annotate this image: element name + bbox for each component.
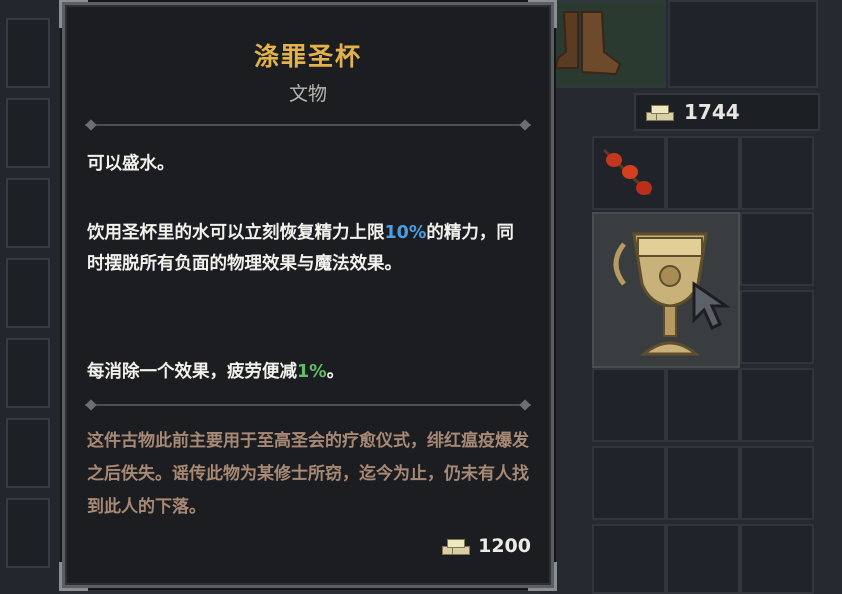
rosehip-icon <box>602 148 652 196</box>
highlight-value: 1% <box>297 362 327 382</box>
inventory-slot[interactable] <box>666 368 740 442</box>
item-description-2: 饮用圣杯里的水可以立刻恢复精力上限10%的精力，同时摆脱所有负面的物理效果与魔法… <box>87 223 514 274</box>
inventory-slot[interactable] <box>740 212 814 286</box>
gold-counter: 1744 <box>634 93 820 131</box>
left-panel <box>0 0 60 594</box>
boots-icon <box>554 11 622 76</box>
equipment-slot[interactable] <box>6 258 50 328</box>
inventory-slot[interactable] <box>740 368 814 442</box>
item-lore: 这件古物此前主要用于至高圣会的疗愈仪式，绯红瘟疫爆发之后佚失。谣传此物为某修士所… <box>87 431 529 517</box>
equipment-slot[interactable] <box>6 338 50 408</box>
item-title: 涤罪圣杯 <box>253 42 362 71</box>
item-category: 文物 <box>288 83 327 105</box>
inventory-slot[interactable] <box>666 524 740 594</box>
inventory-slot[interactable] <box>592 446 666 520</box>
inventory-slot[interactable] <box>666 136 740 210</box>
inventory-slot[interactable] <box>740 136 814 210</box>
item-tooltip: 涤罪圣杯 文物 可以盛水。 饮用圣杯里的水可以立刻恢复精力上限10%的精力，同时… <box>59 0 557 591</box>
equipment-slot[interactable] <box>6 418 50 488</box>
price-value: 1200 <box>478 535 531 557</box>
inventory-slot[interactable] <box>740 290 814 364</box>
item-description-1: 可以盛水。 <box>87 154 175 174</box>
inventory-slot[interactable] <box>740 524 814 594</box>
divider <box>85 404 531 406</box>
inventory-slot[interactable] <box>592 524 666 594</box>
equipment-slot[interactable] <box>6 498 50 568</box>
item-description-3: 每消除一个效果，疲劳便减1%。 <box>87 362 345 382</box>
gold-coins-icon <box>442 537 471 555</box>
inventory-slot[interactable] <box>666 446 740 520</box>
divider <box>85 124 531 126</box>
equipment-slot[interactable] <box>6 18 50 88</box>
inventory-slot-rosehip[interactable] <box>592 136 666 210</box>
equipment-slot[interactable] <box>6 178 50 248</box>
cursor-icon <box>692 281 730 331</box>
inventory-slot[interactable] <box>740 446 814 520</box>
equipment-slot[interactable] <box>6 98 50 168</box>
equipment-slot[interactable] <box>668 0 818 88</box>
equipment-slot-boots[interactable] <box>540 0 666 88</box>
item-price: 1200 <box>442 535 531 557</box>
highlight-value: 10% <box>384 223 427 243</box>
gold-coins-icon <box>646 103 674 121</box>
gold-value: 1744 <box>684 100 740 124</box>
inventory-slot[interactable] <box>592 368 666 442</box>
